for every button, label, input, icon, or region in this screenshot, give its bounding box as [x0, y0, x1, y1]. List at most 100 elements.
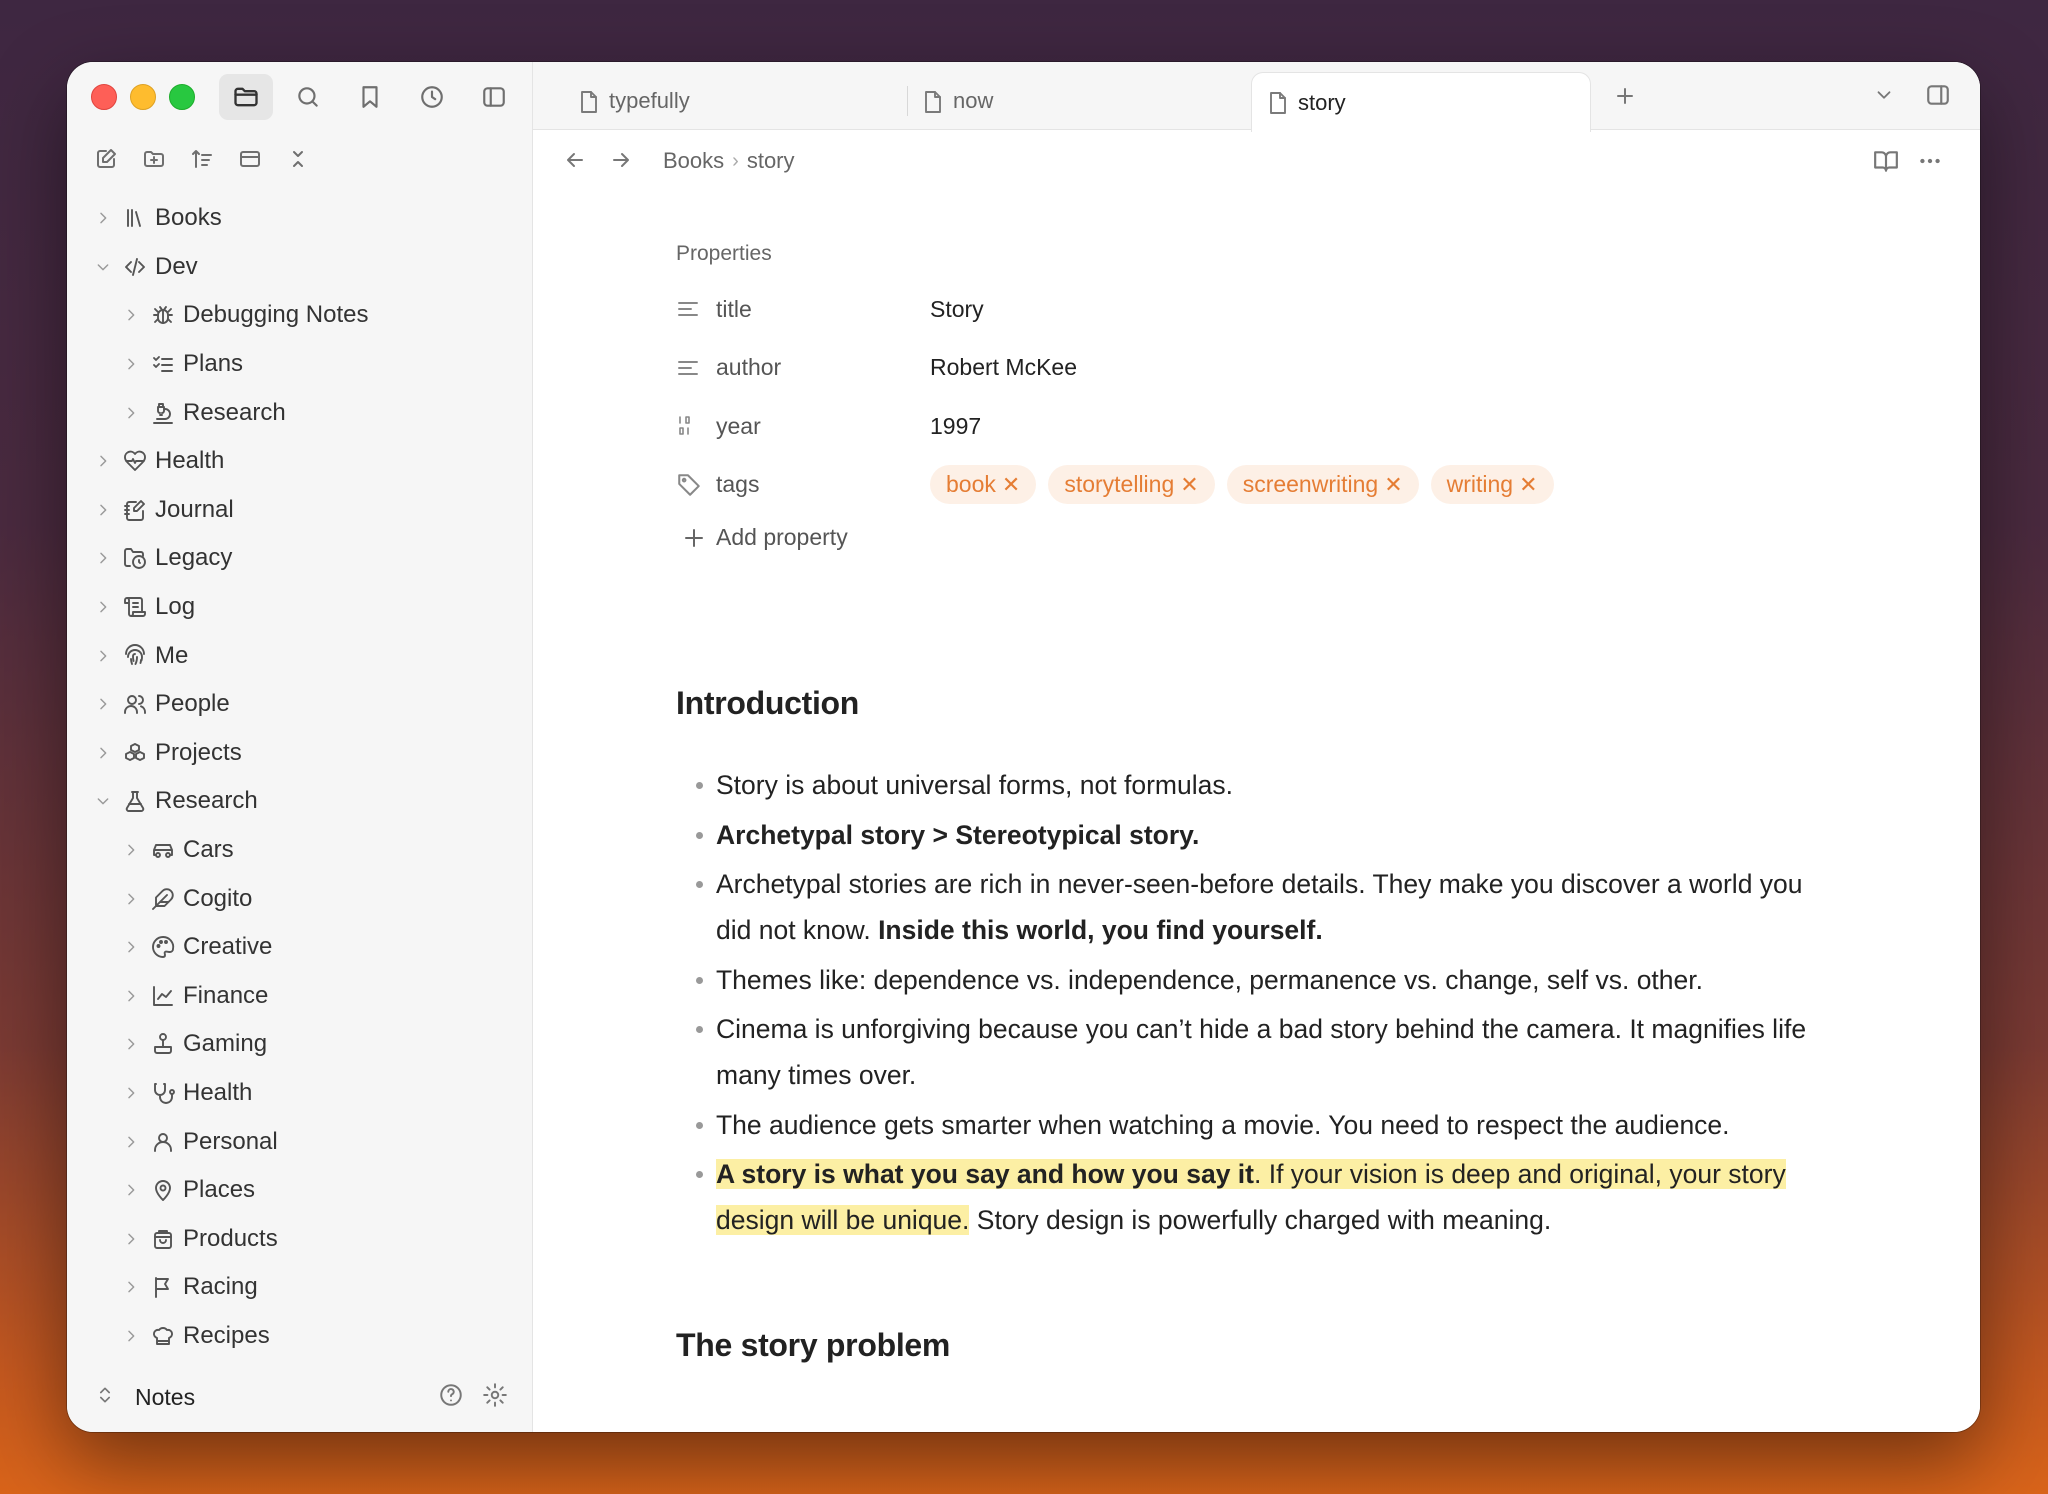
- chevron-down-icon: [93, 257, 113, 277]
- tag-chip[interactable]: book ✕: [930, 465, 1037, 505]
- new-tab-button[interactable]: [1613, 84, 1637, 113]
- recent-view-button[interactable]: [405, 74, 459, 120]
- tree-item-health[interactable]: Health: [67, 437, 532, 486]
- tree-item-projects[interactable]: Projects: [67, 729, 532, 778]
- property-key: author: [716, 354, 782, 381]
- tree-item-recipes[interactable]: Recipes: [67, 1312, 532, 1361]
- bookmark-icon: [362, 86, 378, 108]
- settings-button[interactable]: [482, 1382, 508, 1414]
- toggle-right-sidebar-button[interactable]: [1925, 82, 1951, 113]
- tree-item-creative[interactable]: Creative: [67, 923, 532, 972]
- new-folder-button[interactable]: [137, 142, 171, 176]
- tree-item-plans[interactable]: Plans: [67, 340, 532, 389]
- tree-item-cars[interactable]: Cars: [67, 826, 532, 875]
- list-item-text: Themes like: dependence vs. independence…: [716, 964, 1703, 995]
- tree-item-cogito[interactable]: Cogito: [67, 874, 532, 923]
- chef-hat-icon: [151, 1324, 175, 1348]
- tab-story[interactable]: story: [1251, 72, 1591, 132]
- tag-chip[interactable]: storytelling ✕: [1048, 465, 1215, 505]
- reading-view-button[interactable]: [1873, 148, 1899, 179]
- sidebar-right-icon: [1927, 85, 1949, 105]
- tree-item-log[interactable]: Log: [67, 583, 532, 632]
- remove-tag-icon[interactable]: ✕: [1519, 472, 1537, 498]
- tree-item-debugging-notes[interactable]: Debugging Notes: [67, 291, 532, 340]
- tree-item-health-research[interactable]: Health: [67, 1069, 532, 1118]
- breadcrumb: Books › story: [663, 148, 795, 174]
- tree-item-research[interactable]: Research: [67, 777, 532, 826]
- chevron-right-icon: [121, 937, 141, 957]
- note-content[interactable]: Properties title Story author Robert McK…: [676, 242, 1836, 1364]
- new-note-button[interactable]: [89, 142, 123, 176]
- chevron-right-icon: [93, 597, 113, 617]
- add-property-button[interactable]: Add property: [676, 524, 1836, 551]
- property-author[interactable]: author Robert McKee: [676, 339, 1836, 398]
- more-options-button[interactable]: [1917, 148, 1943, 179]
- property-value[interactable]: 1997: [930, 413, 981, 440]
- tree-item-journal[interactable]: Journal: [67, 486, 532, 535]
- tree-item-research-dev[interactable]: Research: [67, 388, 532, 437]
- vault-switcher[interactable]: Notes: [67, 1362, 532, 1432]
- zoom-window-button[interactable]: [169, 84, 195, 110]
- tab-label: now: [953, 88, 994, 113]
- file-icon: [923, 90, 943, 120]
- property-value[interactable]: Story: [930, 296, 984, 323]
- feather-icon: [151, 887, 175, 911]
- tree-item-people[interactable]: People: [67, 680, 532, 729]
- sort-button[interactable]: [185, 142, 219, 176]
- auto-reveal-button[interactable]: [233, 142, 267, 176]
- property-year[interactable]: year 1997: [676, 397, 1836, 456]
- tree-item-personal[interactable]: Personal: [67, 1117, 532, 1166]
- reveal-icon: [240, 151, 260, 167]
- tag-chip[interactable]: screenwriting ✕: [1226, 465, 1419, 505]
- breadcrumb-separator: ›: [732, 149, 739, 172]
- remove-tag-icon[interactable]: ✕: [1384, 472, 1402, 498]
- property-value[interactable]: Robert McKee: [930, 354, 1077, 381]
- tree-item-legacy[interactable]: Legacy: [67, 534, 532, 583]
- tag-chip[interactable]: writing ✕: [1430, 465, 1554, 505]
- tab-list-button[interactable]: [1873, 84, 1895, 111]
- help-button[interactable]: [438, 1382, 464, 1414]
- tree-item-finance[interactable]: Finance: [67, 972, 532, 1021]
- user-icon: [151, 1130, 175, 1154]
- property-tags[interactable]: tags book ✕ storytelling ✕ screenwriting ✕ …: [676, 456, 1836, 515]
- toggle-sidebar-button[interactable]: [467, 74, 521, 120]
- property-key: year: [716, 412, 761, 439]
- heading-introduction: Introduction: [676, 685, 860, 721]
- remove-tag-icon[interactable]: ✕: [1180, 472, 1198, 498]
- breadcrumb-file[interactable]: story: [747, 148, 795, 174]
- tab-typefully[interactable]: typefully: [563, 72, 883, 130]
- plus-icon: [685, 528, 703, 547]
- tree-item-books[interactable]: Books: [67, 194, 532, 243]
- tree-item-places[interactable]: Places: [67, 1166, 532, 1215]
- checklist-icon: [151, 352, 175, 376]
- collapse-all-button[interactable]: [281, 142, 315, 176]
- tree-item-gaming[interactable]: Gaming: [67, 1020, 532, 1069]
- breadcrumb-folder[interactable]: Books: [663, 148, 724, 174]
- tree-item-me[interactable]: Me: [67, 631, 532, 680]
- file-icon: [1268, 91, 1288, 121]
- search-view-button[interactable]: [281, 74, 335, 120]
- close-window-button[interactable]: [91, 84, 117, 110]
- clock-icon: [421, 86, 443, 108]
- back-button[interactable]: [563, 148, 587, 177]
- map-pin-icon: [151, 1178, 175, 1202]
- joystick-icon: [151, 1032, 175, 1056]
- tree-item-label: Dev: [155, 252, 198, 280]
- stethoscope-icon: [151, 1081, 175, 1105]
- tree-item-label: Research: [155, 787, 258, 815]
- remove-tag-icon[interactable]: ✕: [1002, 472, 1020, 498]
- tag-label: screenwriting: [1242, 471, 1379, 498]
- tree-item-racing[interactable]: Racing: [67, 1263, 532, 1312]
- property-key: tags: [716, 471, 760, 498]
- tree-item-label: Projects: [155, 738, 242, 766]
- heading-story-problem: The story problem: [676, 1327, 951, 1363]
- tab-now[interactable]: now: [907, 72, 1227, 130]
- tree-item-dev[interactable]: Dev: [67, 243, 532, 292]
- tree-item-label: Finance: [183, 981, 269, 1009]
- minimize-window-button[interactable]: [130, 84, 156, 110]
- bookmarks-view-button[interactable]: [343, 74, 397, 120]
- files-view-button[interactable]: [219, 74, 273, 120]
- forward-button[interactable]: [609, 148, 633, 177]
- tree-item-products[interactable]: Products: [67, 1214, 532, 1263]
- property-title[interactable]: title Story: [676, 280, 1836, 339]
